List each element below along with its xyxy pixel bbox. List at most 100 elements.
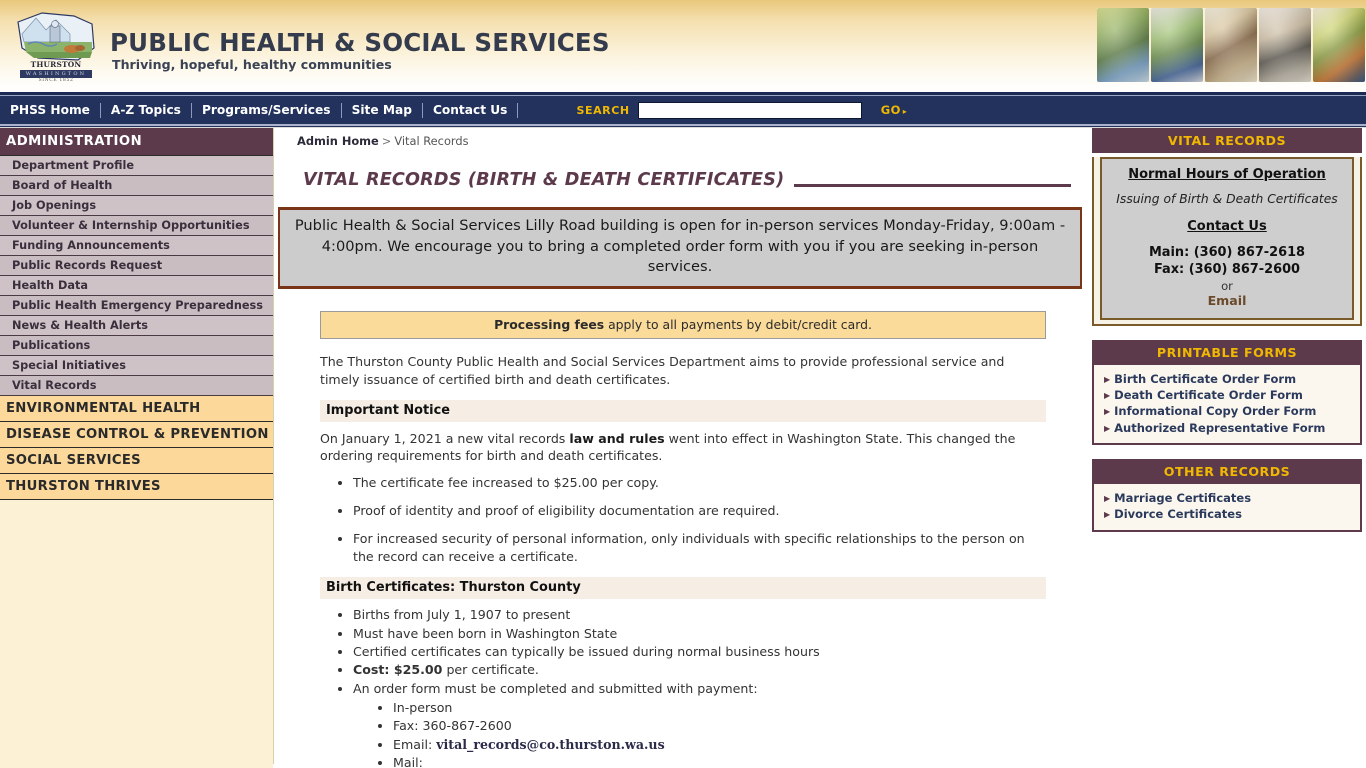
law-and-rules-link[interactable]: law and rules xyxy=(569,431,664,446)
sidebar-item-department-profile[interactable]: Department Profile xyxy=(0,156,273,176)
bullet-triangle-icon: ▶ xyxy=(1104,407,1111,417)
fee-banner-rest: apply to all payments by debit/credit ca… xyxy=(604,317,872,333)
birth-certificate-bullet-list: Births from July 1, 1907 to present Must… xyxy=(335,606,1035,768)
bullet-triangle-icon: ▶ xyxy=(1104,423,1111,433)
link-divorce-certificates[interactable]: ▶ Divorce Certificates xyxy=(1104,506,1354,522)
sidebar-section-thurston-thrives[interactable]: THURSTON THRIVES xyxy=(0,474,273,500)
bullet-triangle-icon: ▶ xyxy=(1104,374,1111,384)
sidebar-section-social-services[interactable]: SOCIAL SERVICES xyxy=(0,448,273,474)
panel-title-vital-records: VITAL RECORDS xyxy=(1092,128,1362,153)
banner-photo-3 xyxy=(1205,8,1257,82)
county-logo[interactable]: THURSTON COUNTY WASHINGTON SINCE 1852 xyxy=(12,8,100,84)
nav-link-contact-us[interactable]: Contact Us xyxy=(423,103,518,117)
panel-printable-forms: PRINTABLE FORMS ▶ Birth Certificate Order… xyxy=(1092,339,1362,445)
go-button-label: GO xyxy=(880,103,901,117)
nav-link-site-map[interactable]: Site Map xyxy=(342,103,422,117)
hours-note: Issuing of Birth & Death Certificates xyxy=(1116,192,1338,206)
breadcrumb: Admin Home > Vital Records xyxy=(297,134,1085,148)
contact-us-heading[interactable]: Contact Us xyxy=(1108,219,1346,234)
banner-photo-1 xyxy=(1097,8,1149,82)
link-death-certificate-order-form[interactable]: ▶ Death Certificate Order Form xyxy=(1104,387,1354,403)
panel-vital-records-inner: Normal Hours of Operation Issuing of Bir… xyxy=(1100,157,1354,320)
sidebar-section-disease-control[interactable]: DISEASE CONTROL & PREVENTION xyxy=(0,422,273,448)
nav-link-phss-home[interactable]: PHSS Home xyxy=(0,103,100,117)
email-address-link[interactable]: vital_records@co.thurston.wa.us xyxy=(436,737,664,752)
email-label: Email: xyxy=(393,736,437,752)
section-heading-important-notice: Important Notice xyxy=(320,399,1046,422)
page-title: VITAL RECORDS (BIRTH & DEATH CERTIFICATE… xyxy=(303,170,785,190)
sidebar-item-board-of-health[interactable]: Board of Health xyxy=(0,176,273,196)
link-authorized-representative-form[interactable]: ▶ Authorized Representative Form xyxy=(1104,420,1354,436)
sidebar-item-vital-records[interactable]: Vital Records xyxy=(0,376,273,396)
cost-bold: Cost: $25.00 xyxy=(353,662,443,678)
order-form-text: An order form must be completed and subm… xyxy=(353,680,758,696)
list-item: Must have been born in Washington State xyxy=(353,625,1035,642)
bullet-triangle-icon: ▶ xyxy=(1104,510,1111,520)
sidebar-item-job-openings[interactable]: Job Openings xyxy=(0,196,273,216)
banner-photo-5 xyxy=(1313,8,1365,82)
link-marriage-certificates[interactable]: ▶ Marriage Certificates xyxy=(1104,490,1354,506)
fax-phone-number: Fax: (360) 867-2600 xyxy=(1153,262,1301,278)
sidebar-section-administration[interactable]: ADMINISTRATION xyxy=(0,128,273,156)
list-item-in-person: In-person xyxy=(393,699,1035,716)
fax-number: 360-867-2600 xyxy=(422,718,512,734)
mail-label: Mail: xyxy=(393,755,423,768)
search-go-button[interactable]: GO ▸ xyxy=(875,102,913,118)
fee-banner-bold: Processing fees xyxy=(494,317,605,333)
fax-label: Fax: xyxy=(393,718,423,734)
sidebar-item-news-health-alerts[interactable]: News & Health Alerts xyxy=(0,316,273,336)
list-item: Proof of identity and proof of eligibili… xyxy=(353,502,1035,519)
sidebar-item-funding-announcements[interactable]: Funding Announcements xyxy=(0,236,273,256)
intro-paragraph: The Thurston County Public Health and So… xyxy=(320,354,1005,387)
mountain-logo-icon xyxy=(12,8,100,64)
banner-photo-2 xyxy=(1151,8,1203,82)
sidebar-item-special-initiatives[interactable]: Special Initiatives xyxy=(0,356,273,376)
link-informational-copy-order-form[interactable]: ▶ Informational Copy Order Form xyxy=(1104,403,1354,419)
sidebar-item-publications[interactable]: Publications xyxy=(0,336,273,356)
list-item: For increased security of personal infor… xyxy=(353,530,1035,565)
breadcrumb-home-link[interactable]: Admin Home xyxy=(297,134,379,148)
link-label: Marriage Certificates xyxy=(1114,490,1252,505)
hours-heading[interactable]: Normal Hours of Operation xyxy=(1108,167,1346,182)
bullet-triangle-icon: ▶ xyxy=(1104,390,1111,400)
department-title: PUBLIC HEALTH & SOCIAL SERVICES xyxy=(110,28,610,57)
list-item: The certificate fee increased to $25.00 … xyxy=(353,474,1035,491)
right-sidebar: VITAL RECORDS Normal Hours of Operation … xyxy=(1090,128,1366,764)
processing-fee-banner: Processing fees apply to all payments by… xyxy=(320,311,1046,340)
or-divider-text: or xyxy=(1221,278,1233,293)
email-link[interactable]: Email xyxy=(1108,293,1346,308)
main-content: Admin Home > Vital Records VITAL RECORDS (… xyxy=(275,128,1085,768)
notice-text-pre: On January 1, 2021 a new vital records xyxy=(320,430,570,446)
list-item-order-form: An order form must be completed and subm… xyxy=(353,680,1035,768)
main-navigation: PHSS Home A-Z Topics Programs/Services S… xyxy=(0,92,1366,128)
sidebar-item-volunteer-internship[interactable]: Volunteer & Internship Opportunities xyxy=(0,216,273,236)
sidebar-section-environmental-health[interactable]: ENVIRONMENTAL HEALTH xyxy=(0,396,273,422)
link-label: Divorce Certificates xyxy=(1114,507,1242,522)
sidebar-filler xyxy=(0,500,273,768)
list-item-cost: Cost: $25.00 per certificate. xyxy=(353,661,1035,678)
link-label: Informational Copy Order Form xyxy=(1114,404,1317,419)
sidebar-item-health-data[interactable]: Health Data xyxy=(0,276,273,296)
nav-link-az-topics[interactable]: A-Z Topics xyxy=(101,103,191,117)
panel-vital-records-body: Normal Hours of Operation Issuing of Bir… xyxy=(1092,157,1362,326)
list-item-fax: Fax: 360-867-2600 xyxy=(393,717,1035,734)
panel-printable-forms-body: ▶ Birth Certificate Order Form ▶ Death Cer… xyxy=(1092,364,1362,445)
main-phone-number: Main: (360) 867-2618 xyxy=(1148,245,1306,260)
sidebar-item-public-records-request[interactable]: Public Records Request xyxy=(0,256,273,276)
order-method-list: In-person Fax: 360-867-2600 Email: vital… xyxy=(375,699,1035,768)
cost-rest: per certificate. xyxy=(442,662,539,678)
page-body: ADMINISTRATION Department Profile Board … xyxy=(0,128,1366,768)
panel-vital-records: VITAL RECORDS Normal Hours of Operation … xyxy=(1092,128,1362,326)
sidebar-item-emergency-preparedness[interactable]: Public Health Emergency Preparedness xyxy=(0,296,273,316)
breadcrumb-current: Vital Records xyxy=(394,134,469,148)
list-item: Births from July 1, 1907 to present xyxy=(353,606,1035,623)
notice-paragraph: On January 1, 2021 a new vital records l… xyxy=(320,430,1042,465)
page-title-rule xyxy=(794,184,1071,187)
search-input[interactable] xyxy=(637,101,862,119)
panel-title-printable-forms: PRINTABLE FORMS xyxy=(1092,339,1362,365)
banner-photo-collage xyxy=(1097,8,1365,82)
link-birth-certificate-order-form[interactable]: ▶ Birth Certificate Order Form xyxy=(1104,371,1354,387)
section-heading-birth-certificates: Birth Certificates: Thurston County xyxy=(320,577,1046,600)
link-label: Death Certificate Order Form xyxy=(1114,387,1303,402)
nav-link-programs-services[interactable]: Programs/Services xyxy=(192,103,341,117)
